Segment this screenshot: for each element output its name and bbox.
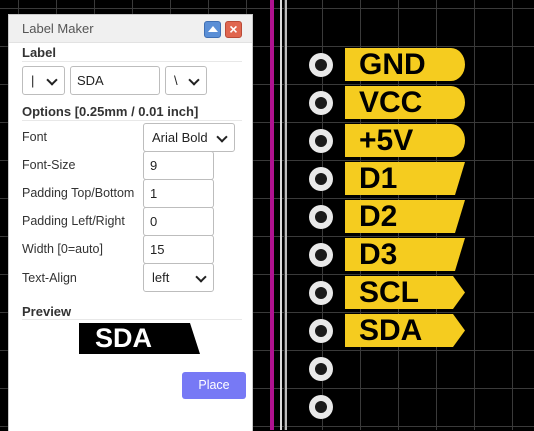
pin-label-d1[interactable]: D1 [345,162,465,195]
pin-label-scl[interactable]: SCL [345,276,465,309]
pin-label-d2[interactable]: D2 [345,200,465,233]
font-select[interactable]: Arial Bold [143,123,235,152]
font-size-label: Font-Size [22,158,76,172]
padding-tb-label: Padding Top/Bottom [22,186,135,200]
left-shape-select[interactable]: | [22,66,65,95]
pin-label-text: SCL [359,276,419,309]
right-shape-select[interactable]: \ [165,66,207,95]
right-shape-value: \ [174,73,178,88]
dialog-title: Label Maker [22,21,94,36]
guide-line [280,0,282,430]
pin-label-text: GND [359,48,426,81]
text-align-label: Text-Align [22,271,77,285]
font-value: Arial Bold [152,130,208,145]
place-button[interactable]: Place [182,372,246,399]
pad-hole[interactable] [309,205,333,229]
divider [22,61,242,62]
dialog-titlebar[interactable]: Label Maker × [9,15,252,43]
text-align-value: left [152,270,170,285]
chevron-down-icon [216,131,228,143]
minimize-icon[interactable] [204,21,221,38]
padding-lr-value: 0 [150,214,158,229]
chevron-down-icon [46,74,58,86]
pad-hole[interactable] [309,319,333,343]
label-text-input[interactable]: SDA [70,66,160,95]
font-size-value: 9 [150,158,158,173]
text-align-select[interactable]: left [143,263,214,292]
pad-hole[interactable] [309,167,333,191]
chevron-down-icon [195,271,207,283]
board-edge-line [270,0,274,430]
font-label: Font [22,130,48,144]
pin-label-text: D2 [359,200,398,233]
font-size-input[interactable]: 9 [143,151,214,180]
width-input[interactable]: 15 [143,235,214,264]
pin-label-text: D1 [359,162,398,195]
chevron-down-icon [188,74,200,86]
divider [22,120,242,121]
pad-hole[interactable] [309,53,333,77]
pin-label-text: VCC [359,86,423,119]
pin-label-text: D3 [359,238,398,271]
pad-hole[interactable] [309,357,333,381]
pin-label-gnd[interactable]: GND [345,48,465,81]
pin-label-text: SDA [359,314,423,347]
pad-hole[interactable] [309,129,333,153]
preview-section-title: Preview [22,304,72,319]
padding-tb-value: 1 [150,186,158,201]
left-shape-value: | [31,73,35,88]
pad-hole[interactable] [309,91,333,115]
padding-lr-label: Padding Left/Right [22,214,125,228]
padding-lr-input[interactable]: 0 [143,207,214,236]
label-section-title: Label [22,45,56,60]
pin-label-vcc[interactable]: VCC [345,86,465,119]
divider [22,319,242,320]
guide-line [285,0,287,430]
preview-text: SDA [95,323,153,353]
close-icon[interactable]: × [225,21,242,38]
pad-hole[interactable] [309,243,333,267]
width-label: Width [0=auto] [22,242,103,256]
pin-label-plus5v[interactable]: +5V [345,124,465,157]
pad-hole[interactable] [309,281,333,305]
padding-tb-input[interactable]: 1 [143,179,214,208]
options-section-title: Options [0.25mm / 0.01 inch] [22,104,199,119]
pin-label-sda[interactable]: SDA [345,314,465,347]
label-text-value: SDA [77,73,104,88]
label-maker-dialog: Label Maker × Label | SDA \ Options [0.2… [8,14,253,431]
pad-hole[interactable] [309,395,333,419]
pin-label-text: +5V [359,124,414,157]
width-value: 15 [150,242,165,257]
label-preview: SDA [79,323,200,354]
pin-label-d3[interactable]: D3 [345,238,465,271]
